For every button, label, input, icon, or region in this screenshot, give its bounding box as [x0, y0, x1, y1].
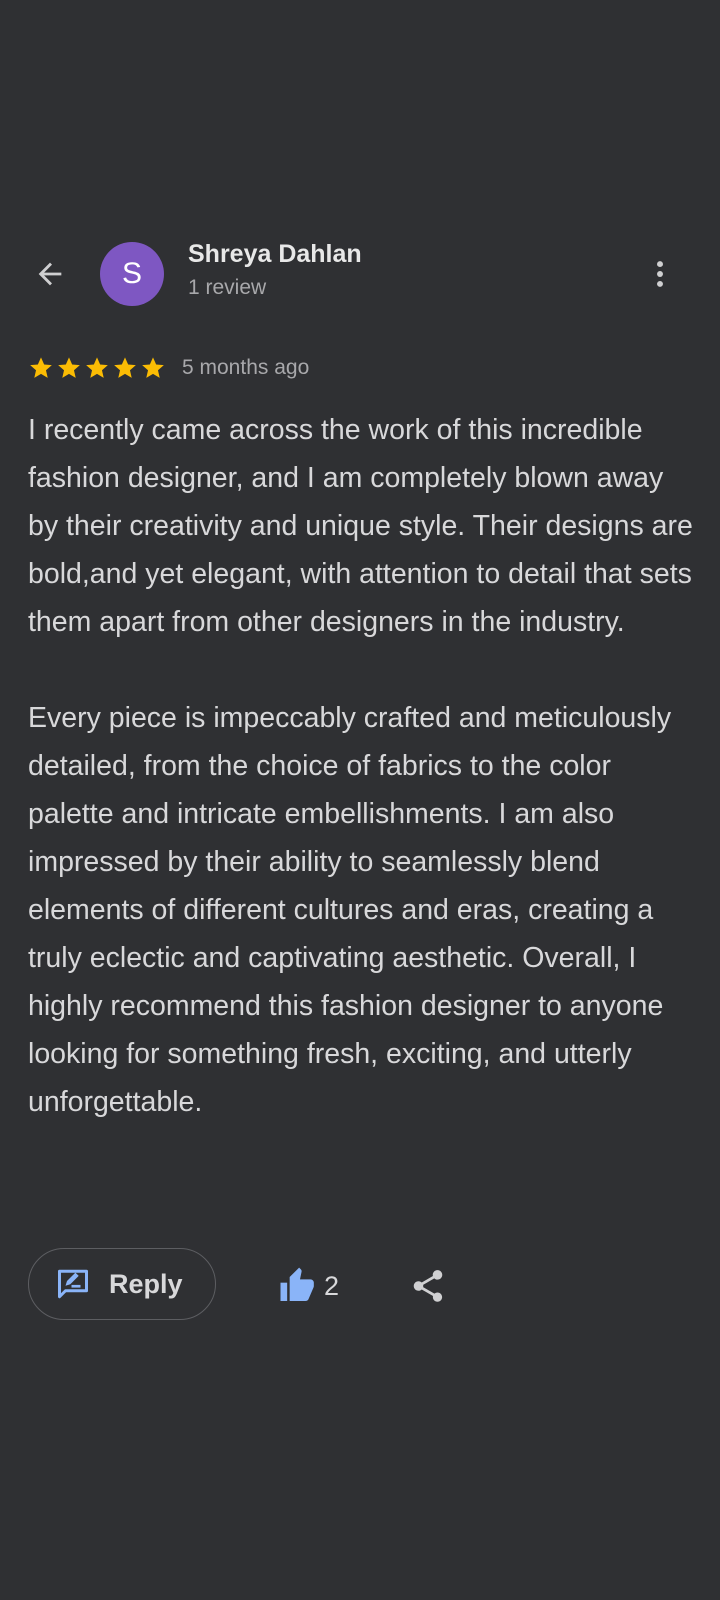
review-count: 1 review	[188, 276, 267, 299]
review-paragraph: I recently came across the work of this …	[28, 414, 693, 638]
star-icon	[142, 357, 164, 378]
like-button[interactable]: 2	[278, 1266, 339, 1306]
avatar[interactable]: S	[100, 242, 164, 306]
review-time: 5 months ago	[182, 356, 310, 379]
arrow-left-icon	[38, 262, 62, 286]
more-options-button[interactable]	[640, 254, 680, 294]
back-button[interactable]	[30, 254, 70, 294]
review-header: S Shreya Dahlan 1 review	[0, 240, 720, 306]
star-icon	[58, 357, 80, 378]
thumb-up-icon	[278, 1266, 318, 1306]
review-text: I recently came across the work of this …	[28, 406, 698, 1126]
rating-row: 5 months ago	[28, 352, 309, 384]
like-count: 2	[324, 1270, 340, 1301]
reply-button[interactable]: Reply	[28, 1248, 216, 1320]
reviewer-name[interactable]: Shreya Dahlan	[188, 240, 362, 269]
reply-icon	[55, 1266, 91, 1302]
reply-label: Reply	[109, 1268, 183, 1299]
star-icon	[86, 357, 108, 378]
avatar-initial: S	[121, 257, 142, 290]
share-button[interactable]	[408, 1266, 448, 1306]
review-detail-screen: S Shreya Dahlan 1 review 5 months ago I …	[0, 0, 720, 1600]
star-rating	[28, 355, 166, 381]
more-vert-icon	[657, 261, 663, 287]
review-actions: Reply 2	[28, 1248, 698, 1324]
review-paragraph: Every piece is impeccably crafted and me…	[28, 702, 672, 1118]
share-icon	[413, 1270, 443, 1302]
star-icon	[114, 357, 136, 378]
status-bar	[0, 0, 720, 52]
star-icon	[30, 357, 52, 378]
